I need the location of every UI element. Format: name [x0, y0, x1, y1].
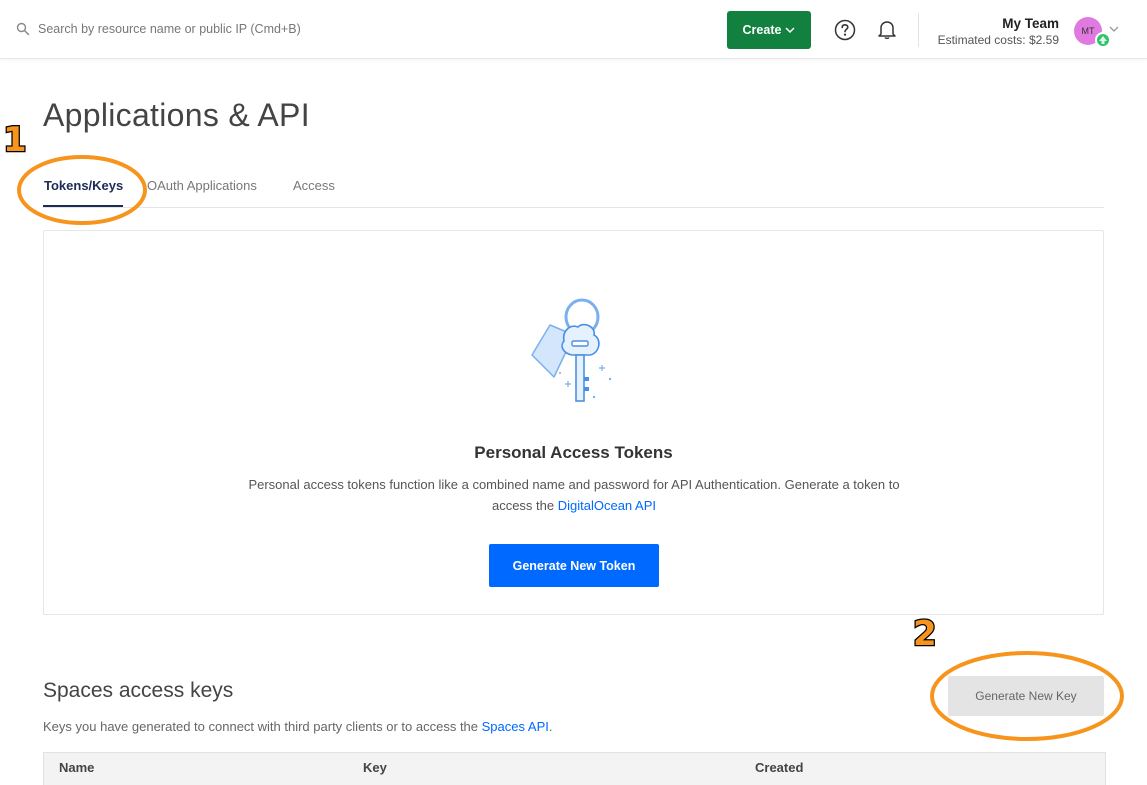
active-tab-indicator	[43, 205, 123, 207]
team-name: My Team	[1002, 16, 1059, 31]
generate-new-key-button[interactable]: Generate New Key	[948, 676, 1104, 716]
column-header-created[interactable]: Created	[755, 760, 803, 775]
tab-access[interactable]: Access	[293, 178, 335, 193]
spaces-keys-table-header: Name Key Created	[43, 752, 1106, 785]
bell-icon[interactable]	[876, 18, 898, 40]
digitalocean-api-link[interactable]: DigitalOcean API	[558, 498, 656, 513]
tab-oauth-applications[interactable]: OAuth Applications	[147, 178, 257, 193]
top-navigation-bar: Search by resource name or public IP (Cm…	[0, 0, 1147, 59]
estimated-costs: Estimated costs: $2.59	[937, 33, 1059, 47]
page-title: Applications & API	[43, 97, 310, 133]
spaces-section-title: Spaces access keys	[43, 679, 234, 702]
generate-new-token-button[interactable]: Generate New Token	[489, 544, 659, 587]
search-icon	[16, 22, 30, 36]
tab-bar: Tokens/Keys OAuth Applications Access	[43, 177, 1104, 208]
chevron-down-icon	[785, 27, 795, 34]
spaces-description-text: Keys you have generated to connect with …	[43, 719, 482, 734]
annotation-step-2: 2	[912, 614, 938, 654]
team-info[interactable]: My Team Estimated costs: $2.59	[938, 16, 1059, 49]
key-illustration-icon	[531, 298, 612, 402]
spaces-description-end: .	[548, 719, 553, 734]
search-input[interactable]: Search by resource name or public IP (Cm…	[38, 22, 301, 36]
personal-access-tokens-card: Personal Access Tokens Personal access t…	[43, 230, 1104, 615]
card-title: Personal Access Tokens	[474, 443, 673, 462]
tab-tokens-keys[interactable]: Tokens/Keys	[44, 178, 123, 193]
create-button[interactable]: Create	[727, 11, 811, 49]
card-description: Personal access tokens function like a c…	[234, 474, 914, 516]
annotation-step-1: 1	[2, 120, 28, 160]
help-icon[interactable]	[834, 19, 856, 41]
chevron-down-icon[interactable]	[1109, 24, 1119, 34]
column-header-name[interactable]: Name	[59, 760, 94, 775]
search-box[interactable]: Search by resource name or public IP (Cm…	[16, 18, 301, 40]
column-header-key[interactable]: Key	[363, 760, 387, 775]
create-button-label: Create	[742, 23, 782, 37]
topbar-divider	[918, 13, 919, 47]
team-badge-icon	[1095, 32, 1111, 48]
spaces-description: Keys you have generated to connect with …	[43, 719, 552, 734]
spaces-api-link[interactable]: Spaces API	[482, 719, 549, 734]
